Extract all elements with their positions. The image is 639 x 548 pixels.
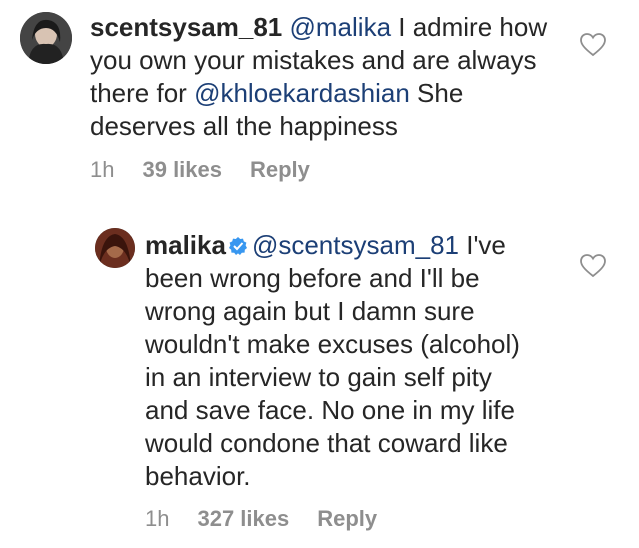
avatar[interactable]	[20, 12, 72, 64]
timestamp: 1h	[145, 506, 170, 531]
heart-outline-icon[interactable]	[580, 33, 606, 57]
reply-button[interactable]: Reply	[317, 506, 377, 532]
comment-username[interactable]: scentsysam_81	[90, 12, 282, 42]
reply-button[interactable]: Reply	[250, 157, 310, 183]
mention-link[interactable]: @scentsysam_81	[252, 230, 459, 260]
timestamp: 1h	[90, 157, 115, 182]
comment-text: scentsysam_81 @malika I admire how you o…	[90, 11, 550, 143]
comment-meta: 1h 327 likes Reply	[145, 506, 405, 532]
likes-count[interactable]: 327 likes	[197, 506, 289, 532]
profile-photo-icon	[95, 228, 135, 268]
comment-1: scentsysam_81 @malika I admire how you o…	[0, 0, 639, 200]
avatar[interactable]	[95, 228, 135, 268]
verified-badge-icon	[228, 237, 247, 255]
heart-outline-icon[interactable]	[580, 254, 606, 278]
comment-body: I've been wrong before and I'll be wrong…	[145, 230, 520, 491]
profile-photo-icon	[20, 12, 72, 64]
comment-username[interactable]: malika	[145, 230, 226, 260]
comment-meta: 1h 39 likes Reply	[90, 157, 338, 183]
mention-link[interactable]: @khloekardashian	[194, 78, 410, 108]
comment-2: malika @scentsysam_81 I've been wrong bef…	[0, 200, 639, 548]
likes-count[interactable]: 39 likes	[142, 157, 222, 183]
comment-text: malika @scentsysam_81 I've been wrong bef…	[145, 229, 535, 493]
mention-link[interactable]: @malika	[290, 12, 392, 42]
